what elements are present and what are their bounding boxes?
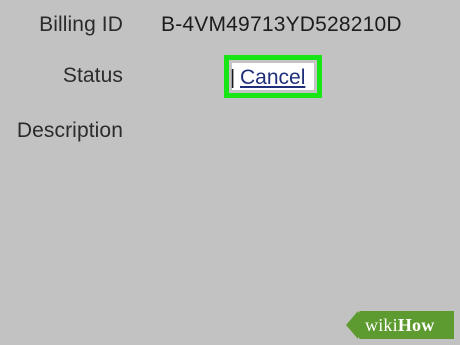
cancel-link[interactable]: Cancel [240,66,305,90]
wikihow-prefix: wiki [365,315,398,335]
wikihow-watermark: wikiHow [346,311,454,339]
wikihow-logo-text: wikiHow [365,315,434,336]
billing-id-label: Billing ID [39,13,123,36]
billing-id-value: B-4VM49713YD528210D [161,13,402,36]
wikihow-suffix: How [397,315,435,335]
status-separator: | [230,67,236,89]
status-label: Status [62,64,123,87]
description-label: Description [16,119,123,142]
billing-details-panel: Billing ID B-4VM49713YD528210D Status | … [0,0,460,345]
